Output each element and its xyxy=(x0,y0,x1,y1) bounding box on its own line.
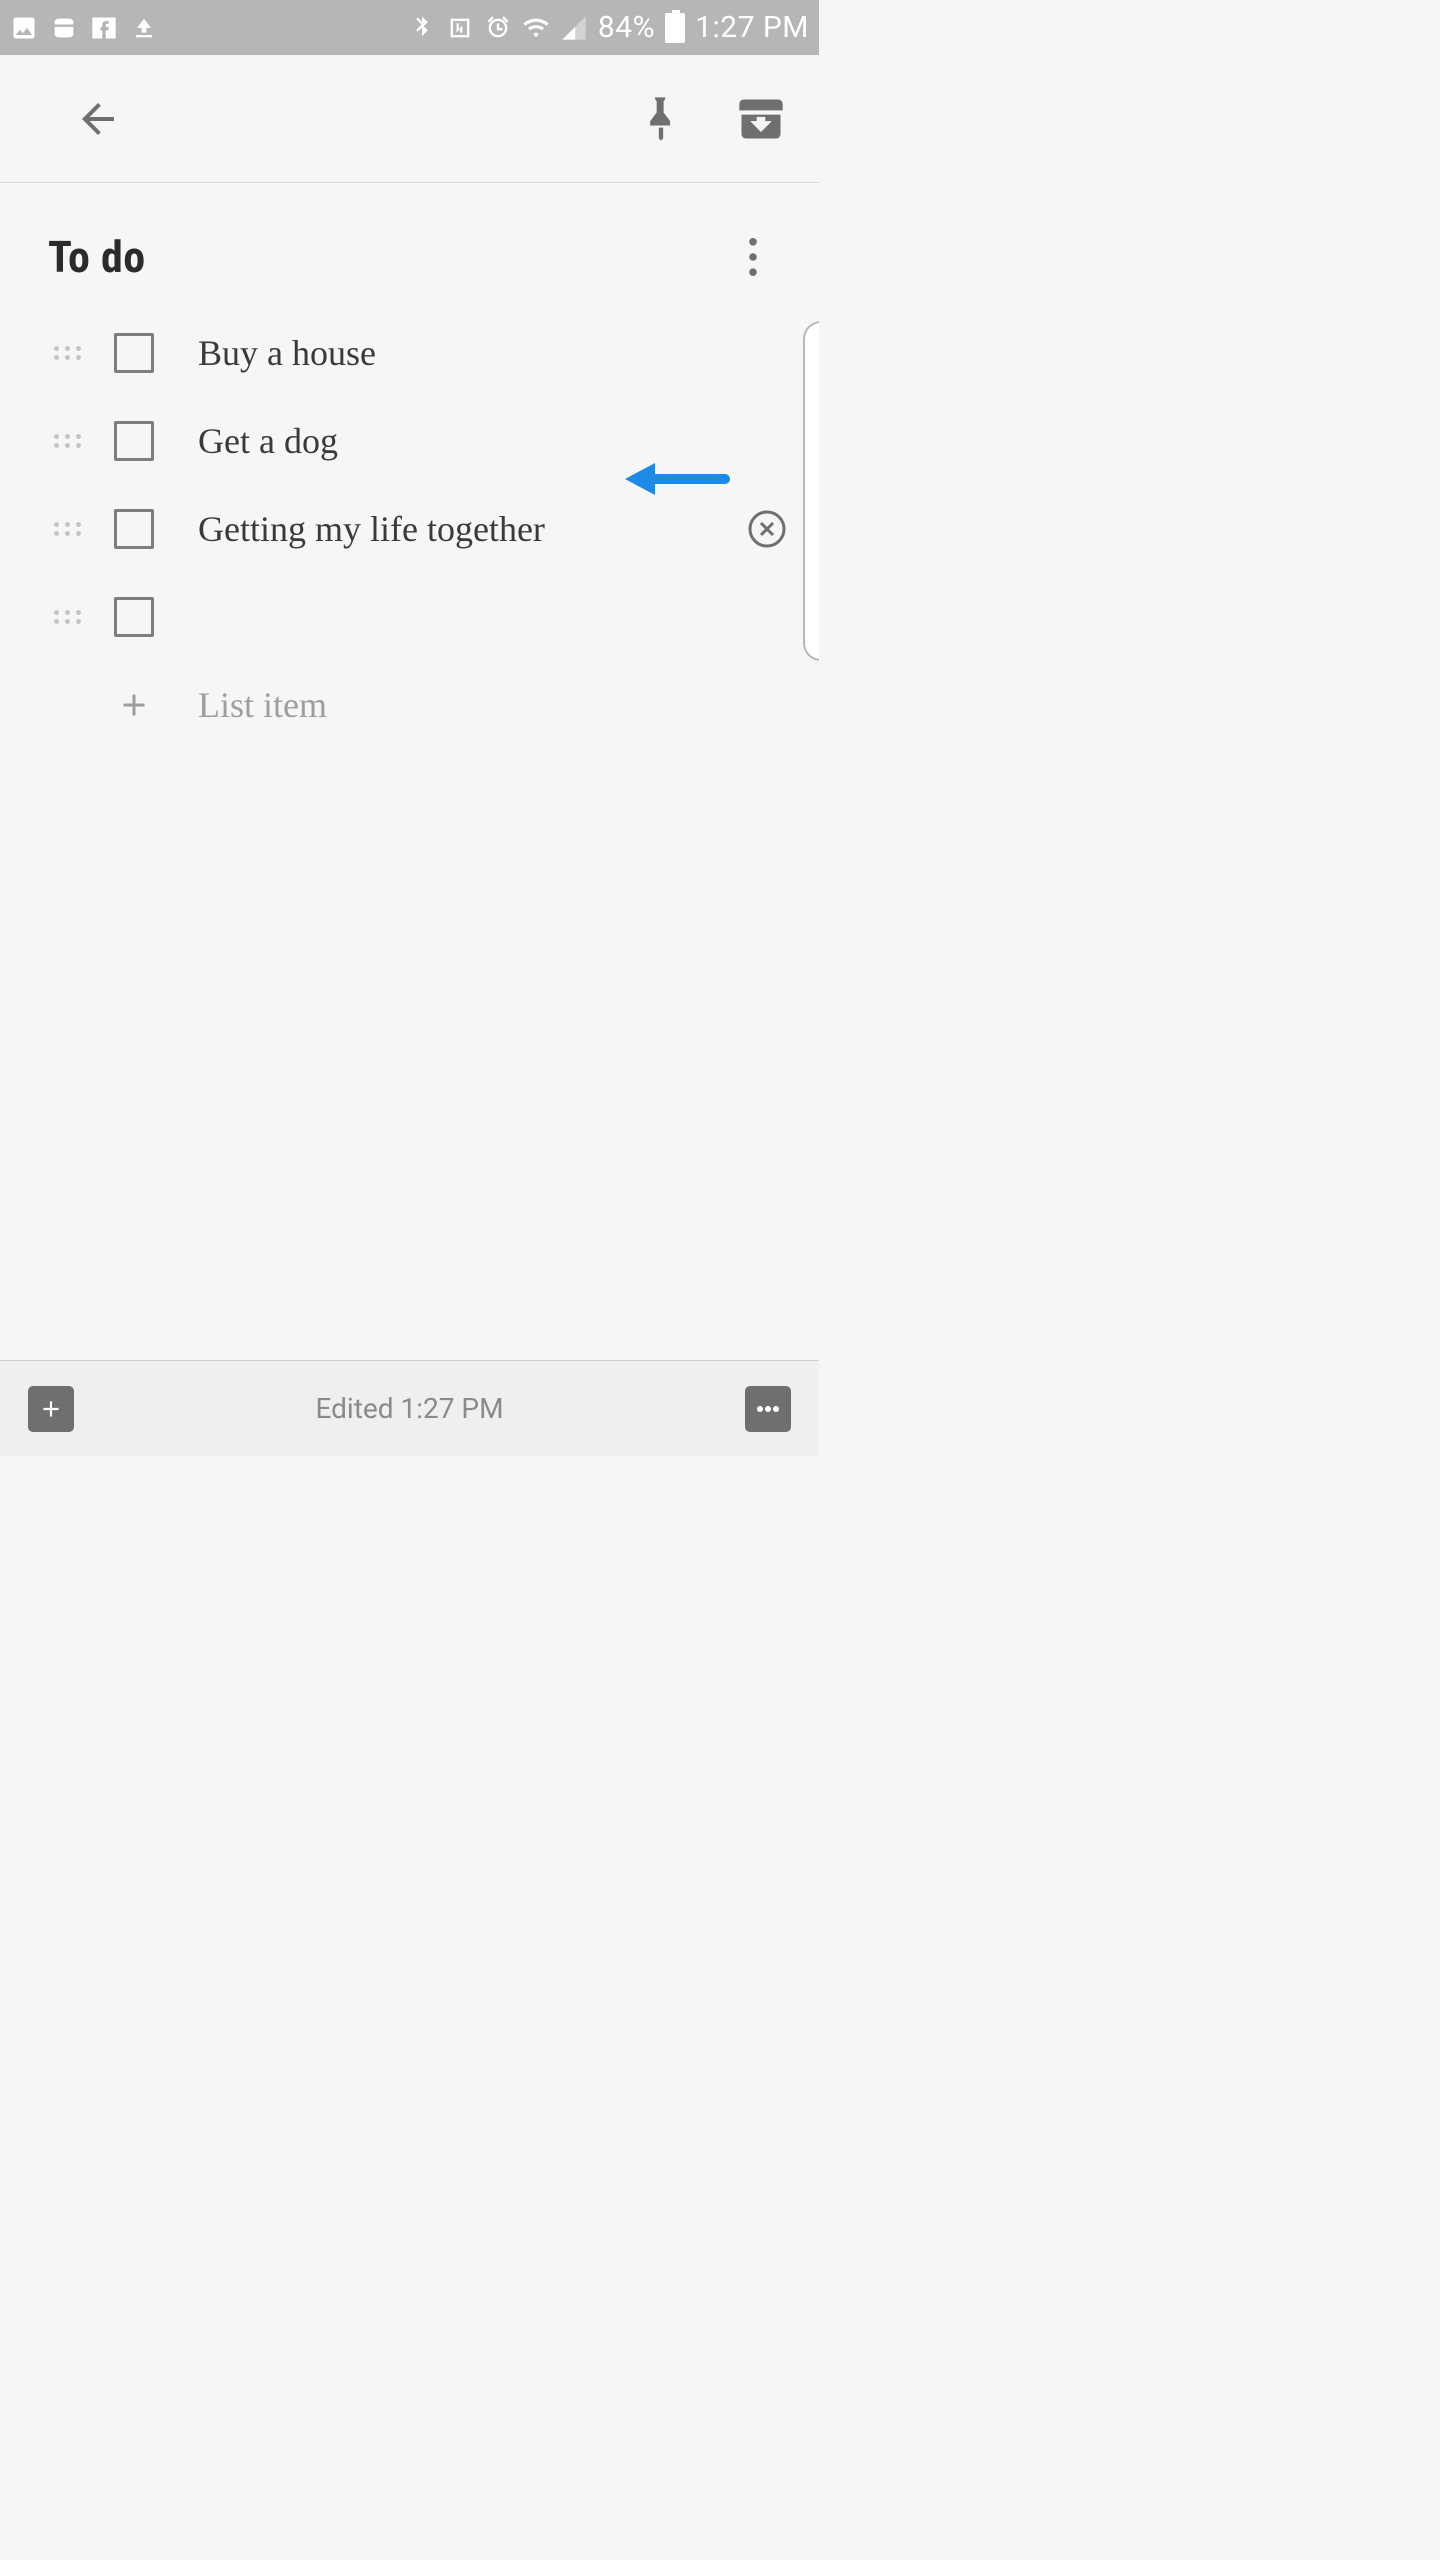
more-options-button[interactable] xyxy=(729,233,777,281)
status-time: 1:27 PM xyxy=(695,10,809,45)
signal-icon xyxy=(560,14,588,42)
alarm-icon xyxy=(484,14,512,42)
add-content-button[interactable] xyxy=(28,1386,74,1432)
note-title[interactable]: To do xyxy=(48,231,146,283)
pin-button[interactable] xyxy=(631,89,691,149)
list-item[interactable] xyxy=(22,573,797,661)
list-item[interactable]: Getting my life together xyxy=(22,485,797,573)
archive-button[interactable] xyxy=(731,89,791,149)
plus-icon xyxy=(114,685,154,725)
list-item[interactable]: Buy a house xyxy=(22,309,797,397)
delete-item-button[interactable] xyxy=(745,507,789,551)
add-list-item[interactable]: List item xyxy=(22,661,797,749)
android-status-bar: 84% 1:27 PM xyxy=(0,0,819,55)
wifi-icon xyxy=(522,14,550,42)
add-item-placeholder: List item xyxy=(198,684,327,726)
drag-handle-icon[interactable] xyxy=(54,434,86,448)
bluetooth-icon xyxy=(408,14,436,42)
image-icon xyxy=(10,14,38,42)
battery-percent: 84% xyxy=(598,10,655,45)
drag-handle-icon[interactable] xyxy=(54,346,86,360)
list-item[interactable]: Get a dog xyxy=(22,397,797,485)
item-text[interactable]: Get a dog xyxy=(198,420,338,462)
galaxy-apps-icon xyxy=(50,14,78,42)
battery-icon xyxy=(665,13,685,43)
back-button[interactable] xyxy=(68,89,128,149)
app-bar xyxy=(0,55,819,183)
item-text[interactable]: Buy a house xyxy=(198,332,376,374)
drag-handle-icon[interactable] xyxy=(54,610,86,624)
checkbox[interactable] xyxy=(114,597,154,637)
checkbox[interactable] xyxy=(114,421,154,461)
nfc-icon xyxy=(446,14,474,42)
download-icon xyxy=(130,14,158,42)
edited-timestamp: Edited 1:27 PM xyxy=(74,1392,745,1425)
bottom-more-button[interactable] xyxy=(745,1386,791,1432)
bottom-toolbar: Edited 1:27 PM xyxy=(0,1360,819,1456)
edge-panel-handle[interactable] xyxy=(803,321,819,661)
item-text[interactable]: Getting my life together xyxy=(198,508,545,550)
checkbox[interactable] xyxy=(114,509,154,549)
note-content: To do Buy a house Get a dog Getting my l… xyxy=(0,183,819,1360)
facebook-icon xyxy=(90,14,118,42)
checklist: Buy a house Get a dog Getting my life to… xyxy=(22,309,797,749)
checkbox[interactable] xyxy=(114,333,154,373)
drag-handle-icon[interactable] xyxy=(54,522,86,536)
